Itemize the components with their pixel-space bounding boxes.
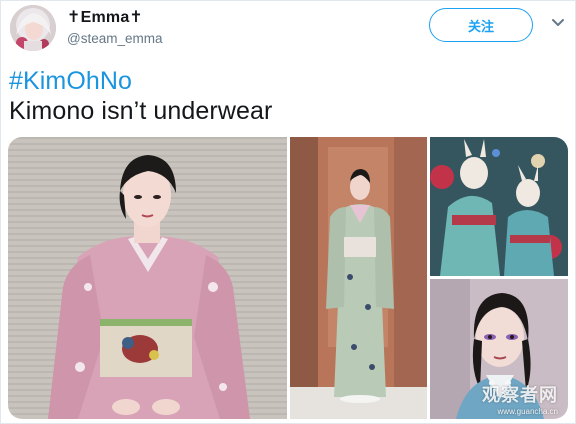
tweet-text: Kimono isn’t underwear [9,97,273,125]
tweet-card: ✝Emma✝ @steam_emma 关注 #KimOhNo Kimono is… [0,0,576,424]
photo-4[interactable] [430,279,568,419]
photo-rabbit-art [430,137,568,276]
photo-1[interactable] [8,137,287,419]
photo-portrait [430,279,568,419]
chevron-down-icon[interactable] [551,18,565,28]
media-grid: 观察者网 www.guancha.cn [8,137,568,419]
avatar-image [10,5,56,51]
hashtag-link[interactable]: #KimOhNo [9,67,132,96]
photo-2[interactable] [290,137,427,419]
user-handle[interactable]: @steam_emma [67,31,162,46]
user-name-row: ✝Emma✝ [67,7,143,27]
photo-3[interactable] [430,137,568,276]
follow-button[interactable]: 关注 [429,8,533,42]
display-name[interactable]: ✝Emma✝ [67,7,143,27]
photo-elevator-kimono [290,137,427,419]
photo-pink-kimono [8,137,287,419]
avatar[interactable] [10,5,56,51]
